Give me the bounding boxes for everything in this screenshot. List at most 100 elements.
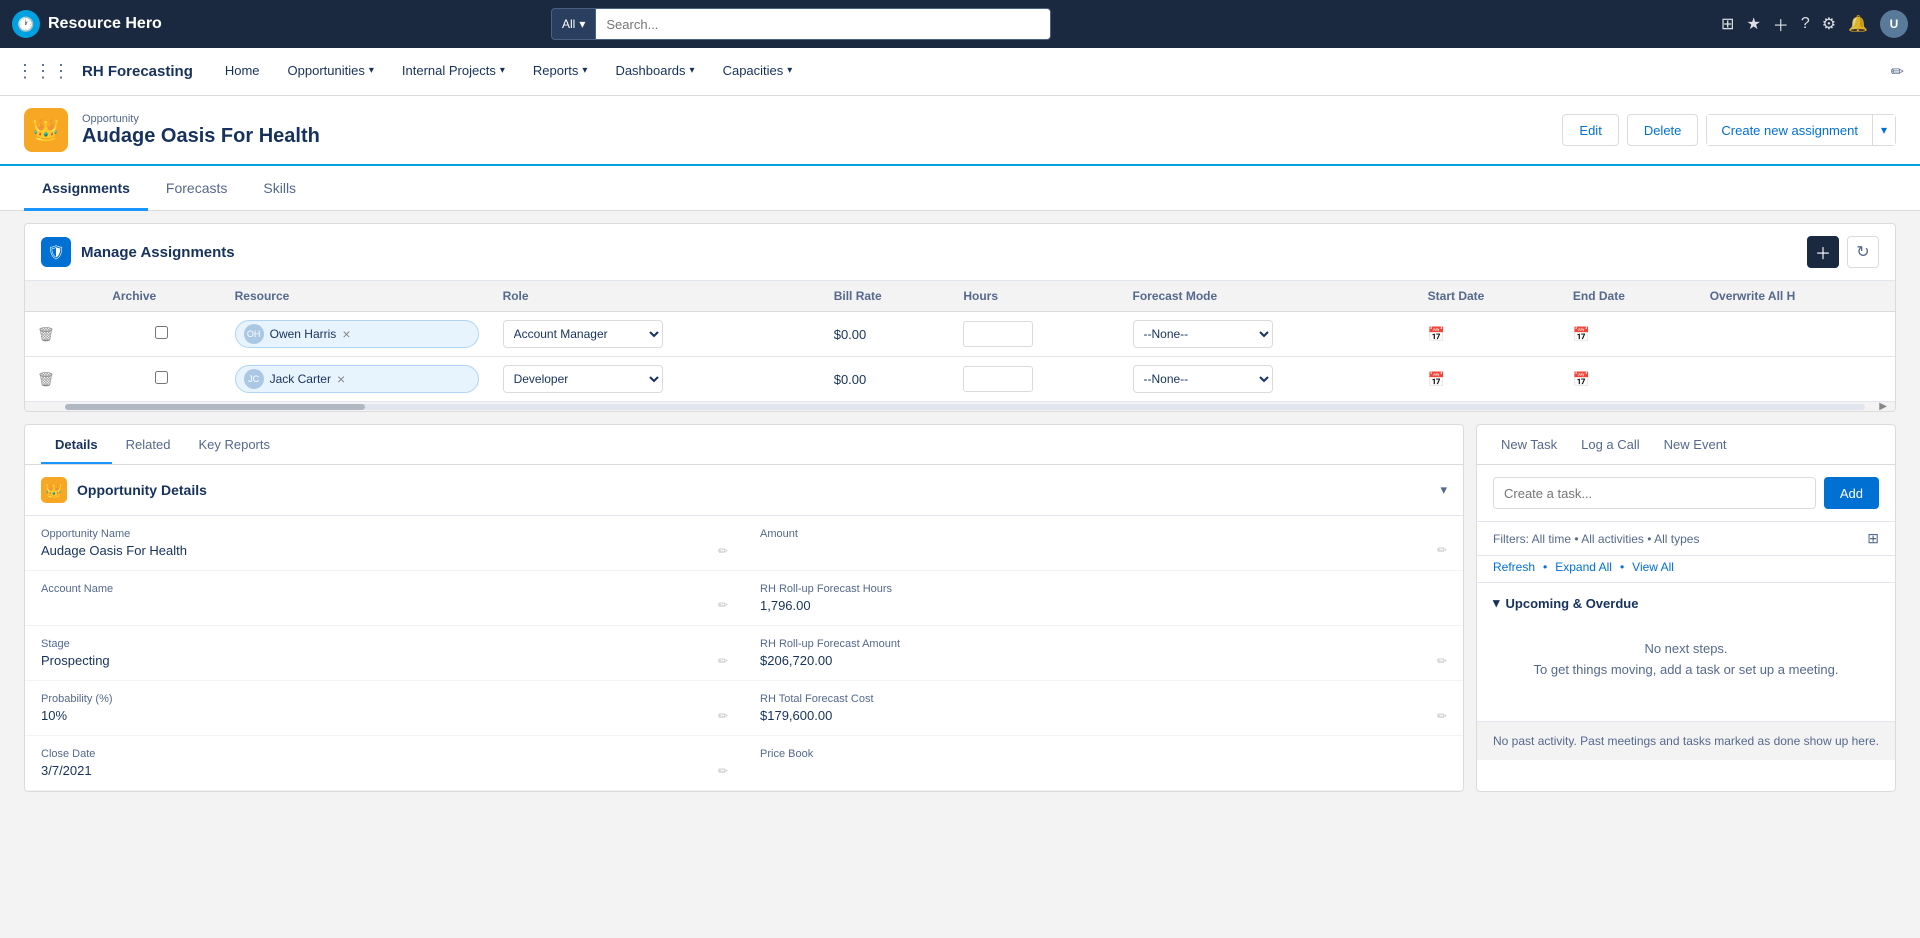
edit-pencil-icon[interactable]: ✏ [718,709,728,723]
edit-pencil-icon[interactable]: ✏ [1437,709,1447,723]
amount-label: Amount [760,528,1447,540]
tab-related[interactable]: Related [112,425,185,464]
grid-icon[interactable]: ⊞ [1721,14,1734,34]
view-all-link[interactable]: View All [1632,560,1674,574]
app-name: Resource Hero [48,15,162,33]
search-all-button[interactable]: All ▾ [551,8,595,40]
delete-row-icon[interactable]: 🗑 [37,371,55,387]
search-input[interactable] [595,8,1051,40]
delete-row-icon[interactable]: 🗑 [37,326,55,342]
remove-resource-icon[interactable]: × [342,326,350,342]
calendar-icon[interactable]: 📅 [1573,326,1590,343]
hours-input[interactable] [963,321,1033,347]
archive-checkbox[interactable] [155,371,168,384]
scroll-right-arrow[interactable]: ▶ [1879,402,1887,411]
field-price-book: Price Book [744,736,1463,791]
forecast-mode-select[interactable]: --None-- [1133,365,1273,393]
app-logo[interactable]: 🕐 Resource Hero [12,10,212,38]
record-header-actions: Edit Delete Create new assignment ▾ [1562,114,1896,146]
tab-key-reports-label: Key Reports [198,437,270,452]
edit-pencil-icon[interactable]: ✏ [1891,62,1904,82]
col-forecast-mode: Forecast Mode [1121,281,1416,312]
edit-pencil-icon[interactable]: ✏ [718,654,728,668]
edit-pencil-icon[interactable]: ✏ [718,764,728,778]
user-avatar[interactable]: U [1880,10,1908,38]
record-title: Audage Oasis For Health [82,125,320,148]
create-assignment-dropdown-button[interactable]: ▾ [1872,114,1896,146]
filters-text: Filters: All time • All activities • All… [1493,532,1699,546]
col-actions [25,281,100,312]
tab-new-task[interactable]: New Task [1489,425,1569,464]
menu-grid-icon[interactable]: ⋮⋮⋮ [16,61,70,82]
calendar-icon[interactable]: 📅 [1428,371,1445,388]
field-close-date: Close Date 3/7/2021 ✏ [25,736,744,791]
assignments-table-wrapper: Archive Resource Role Bill Rate Hours Fo… [25,281,1895,411]
chevron-down-icon: ▾ [579,17,585,31]
tab-key-reports[interactable]: Key Reports [184,425,284,464]
details-panel: Details Related Key Reports 👑 Opportunit… [24,424,1464,792]
search-all-label: All [562,17,575,31]
menu-item-opportunities[interactable]: Opportunities ▾ [276,48,386,96]
chevron-down-icon: ▾ [500,65,505,76]
upcoming-title: Upcoming & Overdue [1506,596,1639,611]
menu-item-home[interactable]: Home [213,48,272,96]
edit-pencil-icon[interactable]: ✏ [1437,543,1447,557]
archive-checkbox[interactable] [155,326,168,339]
no-steps-line2: To get things moving, add a task or set … [1509,660,1863,681]
calendar-icon[interactable]: 📅 [1573,371,1590,388]
edit-pencil-icon[interactable]: ✏ [718,544,728,558]
tab-new-event[interactable]: New Event [1652,425,1739,464]
expand-all-link[interactable]: Expand All [1555,560,1612,574]
field-account-name: Account Name ✏ [25,571,744,626]
menu-item-capacities[interactable]: Capacities ▾ [711,48,805,96]
create-assignment-split-button: Create new assignment ▾ [1706,114,1896,146]
field-rh-cost: RH Total Forecast Cost $179,600.00 ✏ [744,681,1463,736]
tab-details[interactable]: Details [41,425,112,464]
menu-item-reports[interactable]: Reports ▾ [521,48,600,96]
row-delete-cell: 🗑 [25,357,100,402]
add-task-button[interactable]: Add [1824,477,1879,509]
horizontal-scrollbar[interactable]: ▶ [25,401,1895,411]
edit-pencil-icon[interactable]: ✏ [1437,654,1447,668]
add-assignment-button[interactable]: ＋ [1807,236,1839,268]
tab-skills[interactable]: Skills [245,166,314,211]
tab-log-a-call-label: Log a Call [1581,437,1640,452]
col-hours: Hours [951,281,1120,312]
tab-forecasts[interactable]: Forecasts [148,166,245,211]
menu-item-internal-projects[interactable]: Internal Projects ▾ [390,48,517,96]
create-assignment-button[interactable]: Create new assignment [1706,114,1872,146]
edit-button[interactable]: Edit [1562,114,1618,146]
tab-assignments[interactable]: Assignments [24,166,148,211]
help-icon[interactable]: ? [1801,15,1810,33]
refresh-link[interactable]: Refresh [1493,560,1535,574]
plus-icon[interactable]: ＋ [1773,12,1789,36]
price-book-label: Price Book [760,748,1447,760]
row-end-date-cell: 📅 [1561,312,1698,357]
chevron-down-icon[interactable]: ▾ [1493,595,1500,611]
forecast-mode-select[interactable]: --None-- [1133,320,1273,348]
remove-resource-icon[interactable]: × [337,371,345,387]
edit-pencil-icon[interactable]: ✏ [718,598,728,612]
collapse-icon[interactable]: ▾ [1440,482,1447,498]
settings-icon[interactable]: ⚙ [1822,14,1836,34]
bill-rate-value: $0.00 [834,327,867,342]
role-select[interactable]: Developer [503,365,663,393]
no-steps-line1: No next steps. [1509,639,1863,660]
refresh-button[interactable]: ↻ [1847,236,1879,268]
tab-log-a-call[interactable]: Log a Call [1569,425,1652,464]
record-info: Opportunity Audage Oasis For Health [82,113,320,148]
stage-label: Stage [41,638,728,650]
menu-item-dashboards[interactable]: Dashboards ▾ [603,48,706,96]
filter-icon[interactable]: ⊞ [1867,530,1879,547]
tab-forecasts-label: Forecasts [166,180,227,196]
bell-icon[interactable]: 🔔 [1848,14,1868,34]
logo-icon: 🕐 [12,10,40,38]
role-select[interactable]: Account Manager [503,320,663,348]
delete-button[interactable]: Delete [1627,114,1699,146]
calendar-icon[interactable]: 📅 [1428,326,1445,343]
task-input[interactable] [1493,477,1816,509]
bottom-section: Details Related Key Reports 👑 Opportunit… [0,424,1920,816]
star-icon[interactable]: ★ [1746,14,1760,34]
hours-input[interactable] [963,366,1033,392]
end-date-input: 📅 [1573,371,1686,388]
